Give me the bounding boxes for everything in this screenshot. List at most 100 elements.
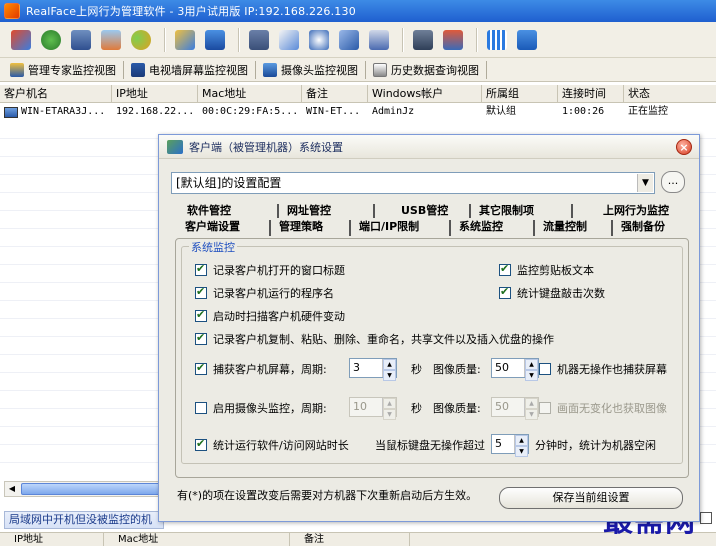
- cell-group: 默认组: [486, 106, 516, 117]
- tab-forced-backup[interactable]: 强制备份: [613, 220, 683, 236]
- column-header[interactable]: 连接时间: [558, 85, 624, 102]
- option-count-keystrokes[interactable]: 统计键盘敲击次数: [499, 285, 605, 301]
- stepper-down-icon: ▼: [525, 409, 538, 420]
- stepper-up-icon[interactable]: ▲: [383, 359, 396, 370]
- checkbox[interactable]: [499, 262, 511, 276]
- tab-label: 管理专家监控视图: [28, 63, 116, 77]
- tab-camera-view[interactable]: 摄像头监控视图: [259, 60, 362, 80]
- screen-icon[interactable]: [246, 27, 272, 53]
- list-icon[interactable]: [410, 27, 436, 53]
- checkbox[interactable]: [195, 262, 207, 276]
- option-record-program-name[interactable]: 记录客户机运行的程序名: [195, 285, 334, 301]
- scroll-thumb[interactable]: [21, 483, 171, 495]
- column-header[interactable]: IP地址: [0, 533, 104, 546]
- clear-icon[interactable]: [98, 27, 124, 53]
- option-label: 启动时扫描客户机硬件变动: [213, 310, 345, 323]
- system-monitor-group: [181, 246, 683, 464]
- network-icon[interactable]: [38, 27, 64, 53]
- monitor-icon[interactable]: [68, 27, 94, 53]
- option-label: 记录客户机打开的窗口标题: [213, 264, 345, 277]
- tab-url-control[interactable]: 网址管控: [279, 204, 375, 218]
- screen-period-stepper[interactable]: 3 ▲ ▼: [349, 358, 397, 381]
- scroll-left-icon[interactable]: ◀: [5, 482, 19, 496]
- option-record-window-title[interactable]: 记录客户机打开的窗口标题: [195, 262, 345, 278]
- stepper-up-icon[interactable]: ▲: [525, 359, 538, 370]
- tab-port-ip-limit[interactable]: 端口/IP限制: [351, 220, 451, 236]
- cell-account: AdminJz: [372, 106, 415, 117]
- option-scan-hardware[interactable]: 启动时扫描客户机硬件变动: [195, 308, 345, 324]
- tab-client-settings[interactable]: 客户端设置: [177, 220, 271, 236]
- camera-period-stepper: 10 ▲ ▼: [349, 397, 397, 420]
- save-group-settings-button[interactable]: 保存当前组设置: [499, 487, 683, 509]
- tab-software-control[interactable]: 软件管控: [179, 204, 279, 218]
- panel-checkbox[interactable]: [700, 512, 712, 524]
- bars-icon[interactable]: [484, 27, 510, 53]
- checkbox[interactable]: [499, 285, 511, 299]
- tab-expert-view[interactable]: 管理专家监控视图: [6, 60, 120, 80]
- option-camera-monitor[interactable]: 启用摄像头监控，周期:: [195, 400, 327, 416]
- column-header[interactable]: Windows帐户: [368, 85, 482, 102]
- column-header[interactable]: 客户机名: [0, 85, 112, 102]
- help-icon[interactable]: [514, 27, 540, 53]
- cell-note: WIN-ET...: [306, 106, 361, 117]
- computer-icon: [4, 106, 18, 118]
- stepper-down-icon[interactable]: ▼: [383, 370, 396, 381]
- table-row[interactable]: WIN-ETARA3J... 192.168.22... 00:0C:29:FA…: [0, 103, 716, 121]
- column-header[interactable]: 状态: [624, 85, 716, 102]
- checkbox[interactable]: [539, 363, 551, 375]
- checkbox[interactable]: [195, 308, 207, 322]
- column-header[interactable]: Mac地址: [198, 85, 302, 102]
- column-header[interactable]: 备注: [290, 533, 410, 546]
- settings-icon[interactable]: [440, 27, 466, 53]
- tab-usb-control[interactable]: USB管控: [375, 204, 471, 218]
- column-header[interactable]: Mac地址: [104, 533, 290, 546]
- stepper-up-icon[interactable]: ▲: [515, 435, 528, 446]
- stepper-down-icon[interactable]: ▼: [515, 446, 528, 457]
- checkbox[interactable]: [195, 402, 207, 414]
- close-icon[interactable]: ×: [676, 139, 692, 155]
- tab-other-limits[interactable]: 其它限制项: [471, 204, 573, 218]
- upload-icon[interactable]: [202, 27, 228, 53]
- restart-footnote: 有(*)的项在设置改变后需要对方机器下次重新启动后方生效。: [177, 489, 478, 502]
- tab-separator: [123, 60, 124, 79]
- tab-internet-behavior[interactable]: 上网行为监控: [573, 204, 683, 218]
- checkbox[interactable]: [195, 361, 207, 375]
- camera-quality-stepper: 50 ▲ ▼: [491, 397, 539, 420]
- option-monitor-clipboard[interactable]: 监控剪贴板文本: [499, 262, 594, 278]
- tab-tv-wall-view[interactable]: 电视墙屏幕监控视图: [127, 60, 252, 80]
- view-tabs: 管理专家监控视图 电视墙屏幕监控视图 摄像头监控视图 历史数据查询视图: [0, 58, 716, 82]
- group-config-value: [默认组]的设置配置: [176, 176, 282, 190]
- option-record-file-ops[interactable]: 记录客户机复制、粘贴、删除、重命名，共享文件以及插入优盘的操作: [195, 331, 554, 347]
- window-title: RealFace上网行为管理软件 - 3用户试用版 IP:192.168.226…: [26, 5, 356, 18]
- checkbox[interactable]: [195, 285, 207, 299]
- column-header[interactable]: IP地址: [112, 85, 198, 102]
- transfer-icon[interactable]: [336, 27, 362, 53]
- screen-quality-stepper[interactable]: 50 ▲ ▼: [491, 358, 539, 381]
- remote-icon[interactable]: [366, 27, 392, 53]
- group-config-select[interactable]: [默认组]的设置配置 ▼: [171, 172, 655, 194]
- tab-management-policy[interactable]: 管理策略: [271, 220, 351, 236]
- chart-icon[interactable]: [172, 27, 198, 53]
- option-label: 统计运行软件/访问网站时长: [213, 439, 349, 452]
- quality-label: 图像质量:: [433, 363, 481, 376]
- stepper-down-icon: ▼: [383, 409, 396, 420]
- option-capture-when-idle[interactable]: 机器无操作也捕获屏幕: [539, 361, 667, 377]
- tab-traffic-control[interactable]: 流量控制: [535, 220, 613, 236]
- search-icon[interactable]: [306, 27, 332, 53]
- column-header[interactable]: 备注: [302, 85, 368, 102]
- column-header[interactable]: 所属组: [482, 85, 558, 102]
- idle-minutes-stepper[interactable]: 5 ▲ ▼: [491, 434, 529, 457]
- more-button[interactable]: ...: [661, 171, 685, 193]
- tab-system-monitor[interactable]: 系统监控: [451, 220, 535, 236]
- option-screen-capture[interactable]: 捕获客户机屏幕，周期:: [195, 361, 327, 377]
- checkbox[interactable]: [195, 331, 207, 345]
- stepper-down-icon[interactable]: ▼: [525, 370, 538, 381]
- users-icon[interactable]: [128, 27, 154, 53]
- install-icon[interactable]: [8, 27, 34, 53]
- option-usage-stats[interactable]: 统计运行软件/访问网站时长: [195, 437, 349, 453]
- horizontal-scrollbar[interactable]: ◀: [4, 481, 174, 497]
- checkbox[interactable]: [195, 437, 207, 451]
- tab-history-view[interactable]: 历史数据查询视图: [369, 60, 483, 80]
- chevron-down-icon[interactable]: ▼: [637, 174, 653, 192]
- email-icon[interactable]: [276, 27, 302, 53]
